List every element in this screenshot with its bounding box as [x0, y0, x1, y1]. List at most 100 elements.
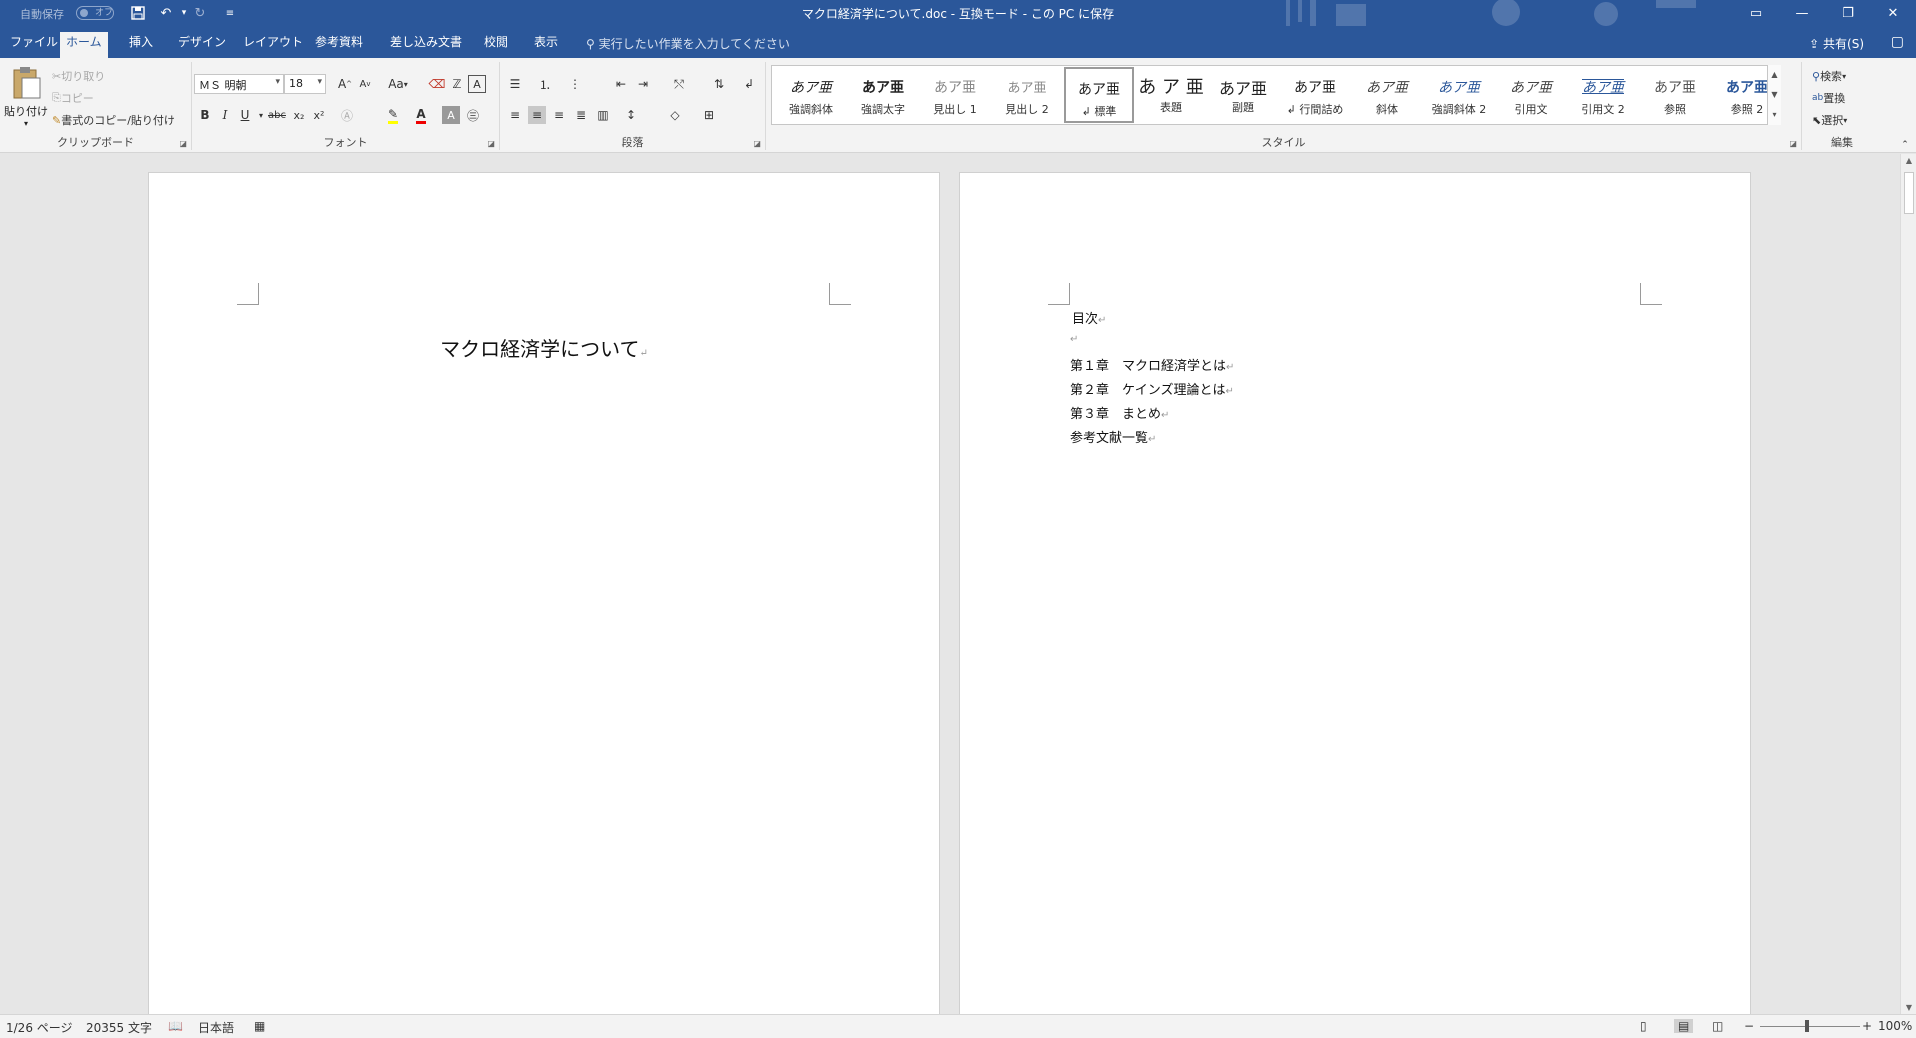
styles-down-icon[interactable]: ▼ — [1768, 85, 1781, 105]
page-2[interactable]: 目次↵ ↵ 第１章 マクロ経済学とは↵ 第２章 ケインズ理論とは↵ 第３章 まと… — [959, 172, 1751, 1032]
character-border-icon[interactable]: A — [468, 75, 486, 93]
minimize-icon[interactable]: — — [1779, 0, 1825, 26]
zoom-slider[interactable] — [1760, 1026, 1860, 1027]
tab-home[interactable]: ホーム — [60, 32, 108, 58]
style-title[interactable]: あ ア 亜表題 — [1136, 67, 1206, 123]
font-launcher-icon[interactable]: ◪ — [487, 139, 495, 148]
strikethrough-button[interactable]: abc — [266, 106, 288, 124]
toc-heading[interactable]: 目次↵ — [1072, 308, 1106, 327]
subscript-button[interactable]: x₂ — [290, 106, 308, 124]
asian-layout-icon[interactable]: ⤲ — [670, 75, 688, 93]
toc-empty-line[interactable]: ↵ — [1070, 331, 1078, 346]
tab-file[interactable]: ファイル — [4, 32, 64, 58]
line-spacing-icon[interactable]: ↕ — [622, 106, 640, 124]
clear-formatting-icon[interactable]: ⌫ — [428, 75, 446, 93]
style-intense-emphasis[interactable]: あア亜 強調斜体 2 — [1424, 67, 1494, 123]
style-heading-1[interactable]: あア亜 見出し 1 — [920, 67, 990, 123]
font-name-combo[interactable]: ＭＳ 明朝 — [194, 74, 284, 94]
format-painter-button[interactable]: ✎ 書式のコピー/貼り付け — [52, 112, 175, 128]
distributed-icon[interactable]: ▥ — [594, 106, 612, 124]
multilevel-list-icon[interactable]: ⋮ — [566, 75, 584, 93]
shading-icon[interactable]: ◇ — [666, 106, 684, 124]
document-canvas[interactable]: マクロ経済学について↵ 目次↵ ↵ 第１章 マクロ経済学とは↵ 第２章 ケインズ… — [0, 154, 1900, 1032]
superscript-button[interactable]: x² — [310, 106, 328, 124]
show-formatting-icon[interactable]: ↲ — [740, 75, 758, 93]
paste-dropdown-icon[interactable]: ▾ — [4, 119, 48, 128]
align-left-icon[interactable]: ≡ — [506, 106, 524, 124]
borders-icon[interactable]: ⊞ — [700, 106, 718, 124]
toc-entry[interactable]: 第２章 ケインズ理論とは↵ — [1070, 379, 1234, 398]
tab-references[interactable]: 参考資料 — [309, 32, 369, 58]
align-right-icon[interactable]: ≡ — [550, 106, 568, 124]
paste-button[interactable]: 貼り付け ▾ — [4, 66, 48, 136]
text-effects-icon[interactable]: Ⓐ — [338, 106, 356, 124]
style-normal[interactable]: あア亜 ↲ 標準 — [1064, 67, 1134, 123]
style-heading-2[interactable]: あア亜 見出し 2 — [992, 67, 1062, 123]
font-color-icon[interactable]: A — [412, 106, 430, 124]
align-center-icon[interactable]: ≡ — [528, 106, 546, 124]
zoom-level[interactable]: 100% — [1878, 1019, 1912, 1033]
style-subtitle[interactable]: あア亜 副題 — [1208, 67, 1278, 123]
macro-record-icon[interactable]: ▦ — [254, 1019, 265, 1033]
document-title-text[interactable]: マクロ経済学について↵ — [149, 333, 939, 362]
increase-indent-icon[interactable]: ⇥ — [634, 75, 652, 93]
styles-up-icon[interactable]: ▲ — [1768, 65, 1781, 85]
read-mode-icon[interactable]: ▯ — [1640, 1019, 1647, 1033]
share-button[interactable]: ⇪ 共有(S) — [1809, 35, 1864, 52]
zoom-slider-thumb[interactable] — [1805, 1020, 1809, 1032]
enclosed-character-icon[interactable]: ㊂ — [464, 106, 482, 124]
clipboard-launcher-icon[interactable]: ◪ — [179, 139, 187, 148]
proofing-icon[interactable]: 📖 — [168, 1019, 183, 1033]
toc-entry[interactable]: 第３章 まとめ↵ — [1070, 403, 1169, 422]
copy-button[interactable]: ⎘ コピー — [52, 90, 94, 106]
font-size-combo[interactable]: 18 — [284, 74, 326, 94]
vertical-scrollbar[interactable]: ▲ ▼ — [1900, 154, 1916, 1014]
style-reference[interactable]: あア亜 参照 — [1640, 67, 1710, 123]
web-layout-icon[interactable]: ◫ — [1712, 1019, 1723, 1033]
print-layout-icon[interactable]: ▤ — [1674, 1019, 1694, 1033]
replace-button[interactable]: ab 置換 — [1812, 90, 1845, 106]
select-button[interactable]: ⬉ 選択 ▾ — [1812, 112, 1847, 128]
tab-layout[interactable]: レイアウト — [237, 32, 309, 58]
find-button[interactable]: ⚲ 検索 ▾ — [1812, 68, 1846, 84]
collapse-ribbon-icon[interactable]: ⌃ — [1896, 136, 1914, 154]
scroll-thumb[interactable] — [1904, 172, 1914, 214]
style-emphasis[interactable]: あア亜 強調斜体 — [776, 67, 846, 123]
shrink-font-icon[interactable]: Av — [356, 75, 374, 93]
character-shading-icon[interactable]: A — [442, 106, 460, 124]
phonetic-guide-icon[interactable]: ℤ — [448, 75, 466, 93]
grow-font-icon[interactable]: A ^ — [336, 75, 354, 93]
styles-launcher-icon[interactable]: ◪ — [1789, 139, 1797, 148]
change-case-button[interactable]: Aa ▾ — [384, 75, 412, 93]
restore-icon[interactable]: ❐ — [1825, 0, 1871, 26]
scroll-down-icon[interactable]: ▼ — [1901, 1003, 1916, 1012]
cut-button[interactable]: ✂ 切り取り — [52, 68, 105, 84]
page-count[interactable]: 1/26 ページ — [6, 1019, 73, 1036]
language-indicator[interactable]: 日本語 — [198, 1019, 234, 1036]
style-no-spacing[interactable]: あア亜 ↲ 行間詰め — [1280, 67, 1350, 123]
tab-review[interactable]: 校閲 — [478, 32, 514, 58]
paragraph-launcher-icon[interactable]: ◪ — [753, 139, 761, 148]
tell-me-search[interactable]: ⚲ 実行したい作業を入力してください — [586, 35, 790, 52]
numbering-icon[interactable]: ⒈ — [536, 75, 554, 93]
tab-mailings[interactable]: 差し込み文書 — [384, 32, 468, 58]
tab-insert[interactable]: 挿入 — [123, 32, 159, 58]
style-subtle-emphasis[interactable]: あア亜 斜体 — [1352, 67, 1422, 123]
zoom-in-button[interactable]: + — [1862, 1019, 1872, 1033]
style-strong[interactable]: あア亜 強調太字 — [848, 67, 918, 123]
comments-icon[interactable]: ▢ — [1891, 34, 1904, 50]
bold-button[interactable]: B — [196, 106, 214, 124]
tab-view[interactable]: 表示 — [528, 32, 564, 58]
page-1[interactable]: マクロ経済学について↵ — [148, 172, 940, 1032]
justify-icon[interactable]: ≣ — [572, 106, 590, 124]
style-intense-quote[interactable]: あア亜 引用文 2 — [1568, 67, 1638, 123]
sort-icon[interactable]: ⇅ — [710, 75, 728, 93]
zoom-out-button[interactable]: − — [1744, 1019, 1754, 1033]
toc-entry[interactable]: 第１章 マクロ経済学とは↵ — [1070, 355, 1234, 374]
decrease-indent-icon[interactable]: ⇤ — [612, 75, 630, 93]
bullets-icon[interactable]: ☰ — [506, 75, 524, 93]
italic-button[interactable]: I — [216, 106, 234, 124]
toc-entry[interactable]: 参考文献一覧↵ — [1070, 427, 1156, 446]
style-quote[interactable]: あア亜 引用文 — [1496, 67, 1566, 123]
scroll-up-icon[interactable]: ▲ — [1901, 156, 1916, 165]
